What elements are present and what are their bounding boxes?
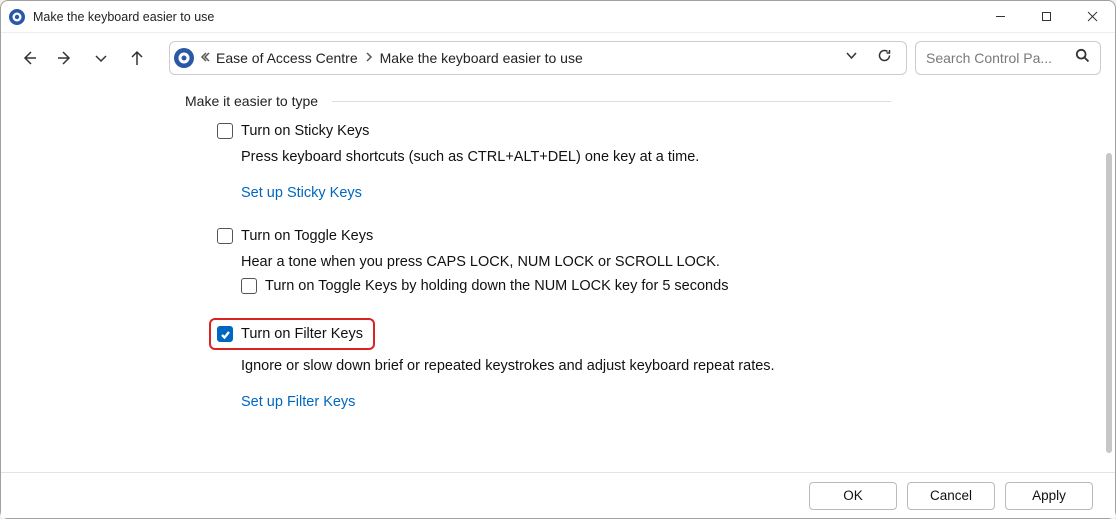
window: Make the keyboard easier to use Ease of … xyxy=(0,0,1116,519)
toggle-keys-numlock-label: Turn on Toggle Keys by holding down the … xyxy=(265,278,728,294)
search-input[interactable]: Search Control Pa... xyxy=(915,41,1101,75)
section-heading: Make it easier to type xyxy=(185,93,318,109)
apply-button[interactable]: Apply xyxy=(1005,482,1093,510)
divider xyxy=(332,101,891,102)
breadcrumb-item[interactable]: Ease of Access Centre xyxy=(216,50,358,66)
toggle-keys-label: Turn on Toggle Keys xyxy=(241,228,373,244)
sticky-keys-label: Turn on Sticky Keys xyxy=(241,123,369,139)
back-button[interactable] xyxy=(15,44,43,72)
toggle-keys-desc: Hear a tone when you press CAPS LOCK, NU… xyxy=(241,254,891,270)
search-icon xyxy=(1075,48,1090,68)
ok-button[interactable]: OK xyxy=(809,482,897,510)
maximize-button[interactable] xyxy=(1023,1,1069,32)
forward-button[interactable] xyxy=(51,44,79,72)
filter-keys-desc: Ignore or slow down brief or repeated ke… xyxy=(241,358,891,374)
scrollbar-thumb[interactable] xyxy=(1106,153,1112,453)
cancel-button[interactable]: Cancel xyxy=(907,482,995,510)
chevron-left-icon[interactable] xyxy=(200,49,210,67)
up-button[interactable] xyxy=(123,44,151,72)
nav-row: Ease of Access Centre Make the keyboard … xyxy=(1,33,1115,83)
sticky-keys-setup-link[interactable]: Set up Sticky Keys xyxy=(241,185,362,201)
checkbox[interactable] xyxy=(217,326,233,342)
toggle-keys-checkbox-row[interactable]: Turn on Toggle Keys xyxy=(217,226,891,246)
chevron-right-icon xyxy=(364,49,374,67)
recent-dropdown[interactable] xyxy=(87,44,115,72)
sticky-keys-block: Turn on Sticky Keys Press keyboard short… xyxy=(185,121,891,202)
address-bar[interactable]: Ease of Access Centre Make the keyboard … xyxy=(169,41,907,75)
filter-keys-label: Turn on Filter Keys xyxy=(241,326,363,342)
window-controls xyxy=(977,1,1115,32)
refresh-button[interactable] xyxy=(877,48,892,68)
content-area: Make it easier to type Turn on Sticky Ke… xyxy=(1,83,1115,472)
filter-keys-block: Turn on Filter Keys Ignore or slow down … xyxy=(185,318,891,411)
control-panel-icon xyxy=(174,48,194,68)
toggle-keys-block: Turn on Toggle Keys Hear a tone when you… xyxy=(185,226,891,294)
minimize-button[interactable] xyxy=(977,1,1023,32)
control-panel-icon xyxy=(9,9,25,25)
sticky-keys-checkbox-row[interactable]: Turn on Sticky Keys xyxy=(217,121,891,141)
filter-keys-checkbox-row[interactable]: Turn on Filter Keys xyxy=(209,318,375,350)
address-dropdown[interactable] xyxy=(844,48,859,68)
search-placeholder: Search Control Pa... xyxy=(926,50,1067,66)
checkbox[interactable] xyxy=(217,123,233,139)
checkbox[interactable] xyxy=(217,228,233,244)
window-title: Make the keyboard easier to use xyxy=(33,10,977,24)
filter-keys-setup-link[interactable]: Set up Filter Keys xyxy=(241,394,355,410)
scrollbar[interactable] xyxy=(1105,153,1113,472)
titlebar: Make the keyboard easier to use xyxy=(1,1,1115,33)
toggle-keys-numlock-row[interactable]: Turn on Toggle Keys by holding down the … xyxy=(241,278,891,294)
section-heading-row: Make it easier to type xyxy=(185,93,891,109)
checkbox[interactable] xyxy=(241,278,257,294)
sticky-keys-desc: Press keyboard shortcuts (such as CTRL+A… xyxy=(241,149,891,165)
dialog-footer: OK Cancel Apply xyxy=(1,472,1115,518)
breadcrumb-item[interactable]: Make the keyboard easier to use xyxy=(380,50,583,66)
close-button[interactable] xyxy=(1069,1,1115,32)
